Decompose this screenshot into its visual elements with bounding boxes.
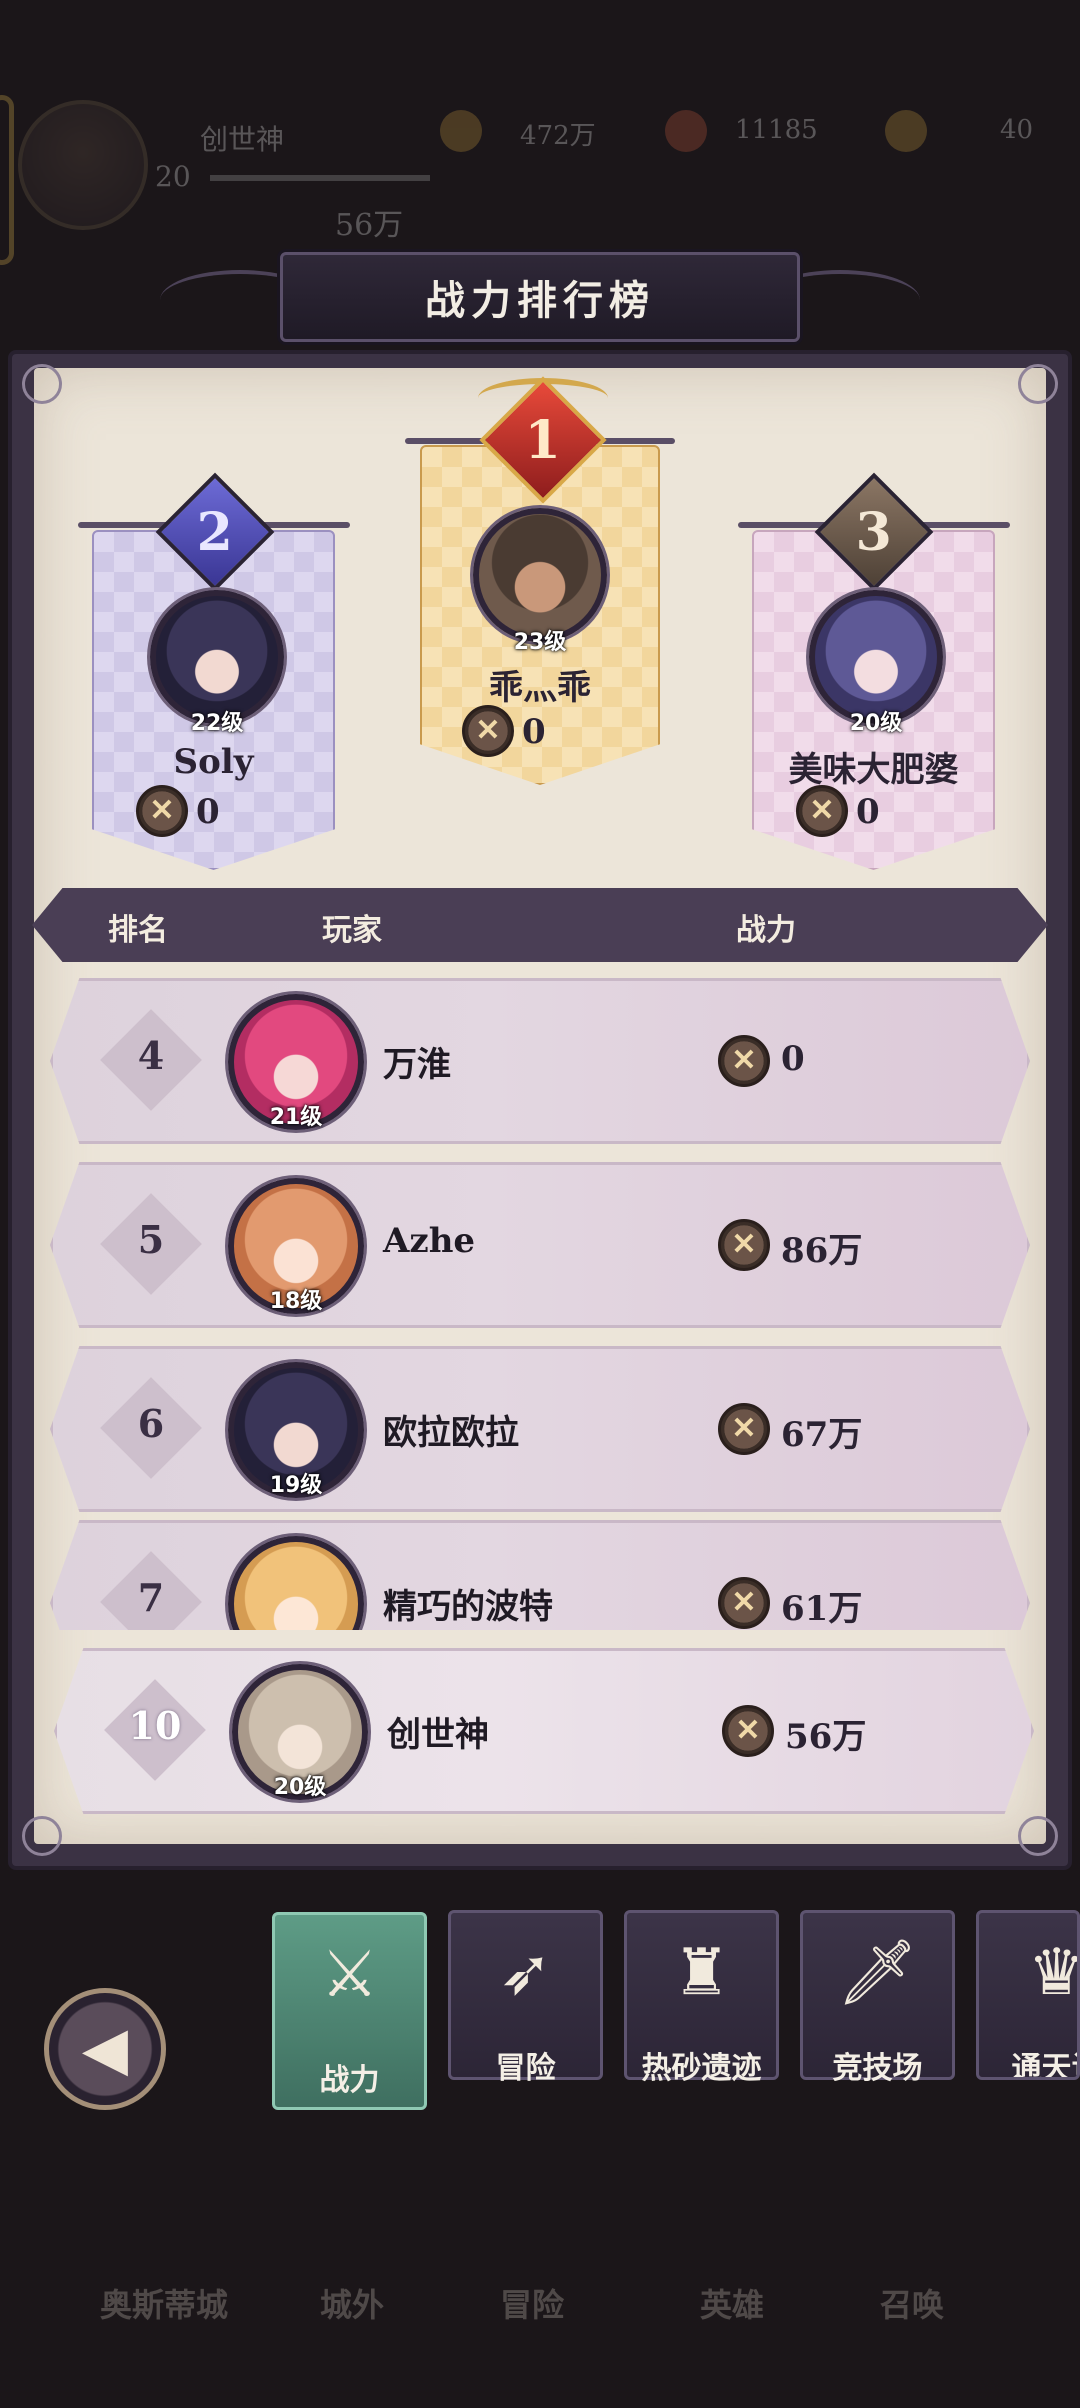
title-plate: 战力排行榜: [280, 252, 800, 342]
header-player: 玩家: [322, 913, 382, 948]
back-button[interactable]: ◀: [44, 1988, 166, 2110]
scroll-viewport-clip: 7 精巧的波特 ✕ 61万: [50, 1520, 1030, 1630]
player-name: 乖灬乖: [489, 668, 591, 708]
hud-exp-bar: [210, 175, 430, 181]
hud-resource-gold: 472万: [520, 121, 596, 151]
table-row[interactable]: 4 21级 万淮 ✕ 0: [50, 978, 1030, 1144]
player-name: 精巧的波特: [383, 1587, 553, 1627]
player-name: 欧拉欧拉: [383, 1413, 519, 1453]
player-level: 23级: [513, 630, 567, 655]
hud-resource-coin: 40: [1000, 115, 1034, 145]
bottom-nav-item: 召唤: [880, 2286, 945, 2324]
bottom-nav-item: 英雄: [700, 2286, 765, 2324]
player-name: Soly: [173, 742, 254, 782]
self-rank-row[interactable]: 10 20级 创世神 ✕ 56万: [54, 1648, 1034, 1814]
hud-player-name: 创世神: [200, 123, 285, 156]
player-level: 19级: [269, 1473, 323, 1498]
hud-player-power: 56万: [335, 208, 404, 243]
bottom-nav: 奥斯蒂城 城外 冒险 英雄 召唤: [0, 2200, 1080, 2408]
coin-icon: [885, 110, 927, 152]
player-power: 67万: [781, 1415, 863, 1455]
player-level: 21级: [269, 1105, 323, 1130]
hud-player-avatar: [18, 100, 148, 230]
player-name: 万淮: [383, 1045, 451, 1085]
header-rank: 排名: [108, 913, 168, 948]
ornament-corner: [1018, 1816, 1058, 1856]
page-title: 战力排行榜: [425, 277, 655, 324]
hud-resource-gem: 11185: [735, 115, 818, 145]
avatar[interactable]: [228, 1536, 364, 1630]
power-icon: ✕: [462, 705, 514, 757]
player-power: 0: [196, 792, 220, 832]
crown-peaks-icon: ♛: [1027, 1936, 1080, 2010]
player-power: 56万: [785, 1717, 867, 1757]
tab-label: 战力: [319, 2063, 380, 2098]
gem-icon: [665, 110, 707, 152]
player-name: 美味大肥婆: [788, 750, 959, 790]
tab-label: 冒险: [495, 2051, 556, 2086]
table-row[interactable]: 5 18级 Azhe ✕ 86万: [50, 1162, 1030, 1328]
tower-icon: ♜: [672, 1936, 731, 2010]
ornament-corner: [1018, 364, 1058, 404]
avatar[interactable]: [150, 590, 284, 724]
avatar[interactable]: [809, 590, 943, 724]
row-rank: 7: [137, 1575, 165, 1620]
ornament-corner: [22, 1816, 62, 1856]
player-power: 86万: [781, 1231, 863, 1271]
table-row[interactable]: 6 19级 欧拉欧拉 ✕ 67万: [50, 1346, 1030, 1512]
power-icon: ✕: [136, 785, 188, 837]
player-power: 0: [856, 792, 880, 832]
power-icon: ✕: [796, 785, 848, 837]
hud-player-level: 20: [155, 160, 191, 193]
player-power: 61万: [781, 1589, 863, 1629]
table-row[interactable]: 7 精巧的波特 ✕ 61万: [50, 1520, 1030, 1630]
tab-arena[interactable]: 🗡 竞技场: [800, 1910, 955, 2086]
player-power: 0: [781, 1039, 805, 1079]
row-rank: 5: [137, 1217, 165, 1262]
power-icon: ✕: [718, 1577, 770, 1629]
bottom-nav-item: 奥斯蒂城: [100, 2286, 229, 2324]
header-power: 战力: [736, 913, 796, 948]
crossed-swords-icon: ⚔: [320, 1938, 379, 2012]
hud-frame-edge: [0, 95, 14, 265]
bottom-nav-item: 冒险: [500, 2286, 565, 2324]
power-icon: ✕: [718, 1219, 770, 1271]
avatar[interactable]: [473, 508, 607, 642]
background-hud: 创世神 20 56万 472万 11185 40: [0, 0, 1080, 265]
tab-label: 热砂遗迹: [641, 2051, 762, 2086]
power-icon: ✕: [722, 1705, 774, 1757]
gold-icon: [440, 110, 482, 152]
bottom-nav-item: 城外: [320, 2286, 385, 2324]
row-rank: 4: [137, 1033, 165, 1078]
row-rank: 6: [137, 1401, 165, 1446]
back-arrow-icon: ◀: [81, 2014, 129, 2084]
tab-label: 竞技场: [832, 2051, 923, 2086]
tab-power[interactable]: ⚔ 战力: [272, 1912, 427, 2110]
row-rank: 10: [128, 1703, 182, 1748]
player-level: 20级: [273, 1775, 327, 1800]
tab-sky-trial[interactable]: ♛ 通天试: [976, 1910, 1080, 2080]
player-level: 22级: [190, 711, 244, 736]
power-icon: ✕: [718, 1035, 770, 1087]
player-level: 20级: [849, 711, 903, 736]
sword-trophy-icon: 🗡: [836, 1936, 919, 2010]
tab-sand-ruins[interactable]: ♜ 热砂遗迹: [624, 1910, 779, 2086]
arrows-icon: ➶: [498, 1936, 553, 2010]
player-power: 0: [522, 712, 546, 752]
player-name: 创世神: [387, 1715, 489, 1755]
table-header: [32, 888, 1048, 962]
player-name: Azhe: [383, 1221, 476, 1261]
ornament-corner: [22, 364, 62, 404]
player-level: 18级: [269, 1289, 323, 1314]
tab-label: 通天试: [1011, 2051, 1078, 2080]
tab-adventure[interactable]: ➶ 冒险: [448, 1910, 603, 2086]
power-icon: ✕: [718, 1403, 770, 1455]
